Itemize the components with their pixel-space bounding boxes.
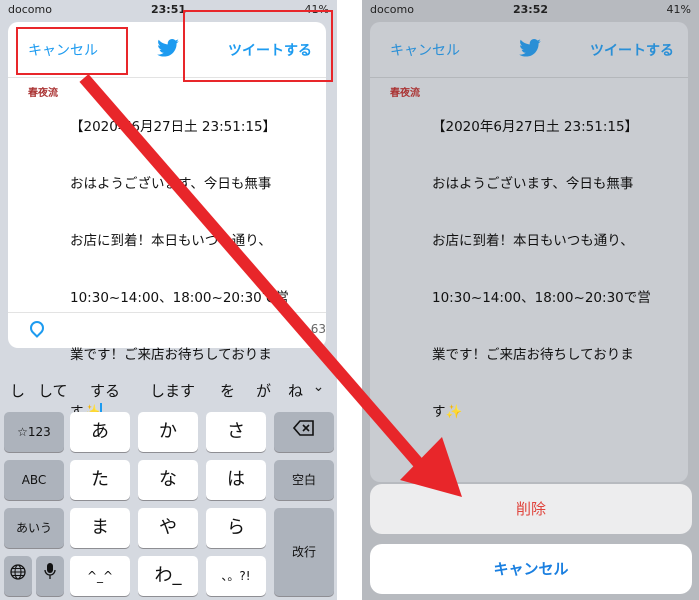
arrow-shaft — [79, 74, 425, 469]
comparison-canvas: docomo 23:51 41% キャンセル ツイートする 春夜流 【2020年… — [0, 0, 699, 600]
annotation-arrow — [79, 74, 462, 497]
